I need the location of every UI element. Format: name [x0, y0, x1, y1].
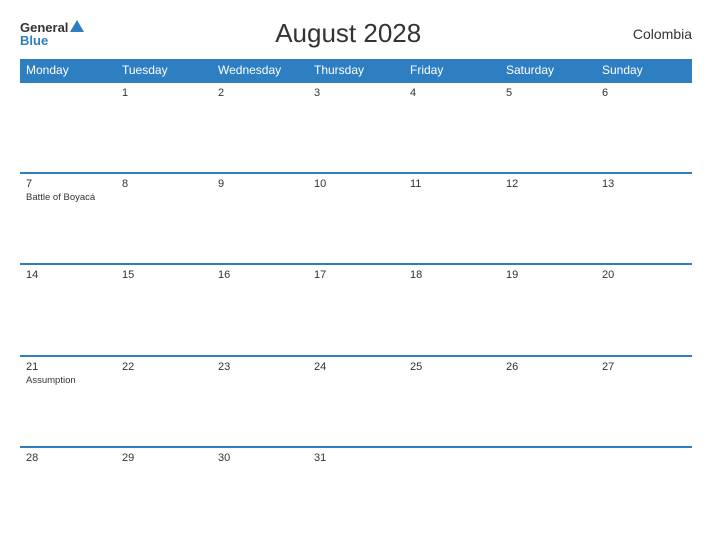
calendar-cell: 14 — [20, 264, 116, 355]
day-number: 15 — [122, 269, 206, 281]
calendar-cell: 31 — [308, 447, 404, 538]
calendar-cell: 15 — [116, 264, 212, 355]
day-number: 19 — [506, 269, 590, 281]
header-tuesday: Tuesday — [116, 59, 212, 82]
calendar-cell: 28 — [20, 447, 116, 538]
header-thursday: Thursday — [308, 59, 404, 82]
day-number: 28 — [26, 452, 110, 464]
header-monday: Monday — [20, 59, 116, 82]
calendar-cell: 29 — [116, 447, 212, 538]
week-row-1: 123456 — [20, 82, 692, 173]
calendar-cell — [404, 447, 500, 538]
calendar-cell: 18 — [404, 264, 500, 355]
day-number: 2 — [218, 87, 302, 99]
day-number: 13 — [602, 178, 686, 190]
day-number: 9 — [218, 178, 302, 190]
day-number: 27 — [602, 361, 686, 373]
calendar-cell — [596, 447, 692, 538]
calendar-event: Assumption — [26, 375, 110, 386]
week-row-2: 7 Battle of Boyacá 89 10 11 12 13 — [20, 173, 692, 264]
calendar-event: Battle of Boyacá — [26, 192, 110, 203]
calendar-cell: 10 — [308, 173, 404, 264]
calendar-cell: 2 — [212, 82, 308, 173]
day-number: 8 — [122, 178, 206, 190]
logo-blue-text: Blue — [20, 34, 84, 47]
calendar-cell: 27 — [596, 356, 692, 447]
calendar-cell: 1 — [116, 82, 212, 173]
logo: General Blue — [20, 20, 84, 47]
day-number: 29 — [122, 452, 206, 464]
header: General Blue August 2028 Colombia — [20, 18, 692, 49]
page: General Blue August 2028 Colombia Monday… — [0, 0, 712, 550]
calendar-cell: 22 — [116, 356, 212, 447]
day-number: 23 — [218, 361, 302, 373]
calendar-cell: 12 — [500, 173, 596, 264]
header-saturday: Saturday — [500, 59, 596, 82]
week-row-5: 28 29 30 31 — [20, 447, 692, 538]
day-number: 18 — [410, 269, 494, 281]
calendar-cell: 7 Battle of Boyacá — [20, 173, 116, 264]
day-number: 26 — [506, 361, 590, 373]
calendar-cell: 11 — [404, 173, 500, 264]
day-number: 14 — [26, 269, 110, 281]
day-number: 21 — [26, 361, 110, 373]
day-number: 24 — [314, 361, 398, 373]
day-number: 16 — [218, 269, 302, 281]
day-number: 11 — [410, 178, 494, 190]
calendar-cell: 30 — [212, 447, 308, 538]
calendar-cell: 8 — [116, 173, 212, 264]
header-wednesday: Wednesday — [212, 59, 308, 82]
day-number: 20 — [602, 269, 686, 281]
day-number: 4 — [410, 87, 494, 99]
day-number: 3 — [314, 87, 398, 99]
day-number: 10 — [314, 178, 398, 190]
logo-general-text: General — [20, 21, 68, 34]
calendar-cell: 17 — [308, 264, 404, 355]
calendar-cell: 16 — [212, 264, 308, 355]
day-number: 5 — [506, 87, 590, 99]
calendar-cell: 6 — [596, 82, 692, 173]
day-number: 7 — [26, 178, 110, 190]
calendar-cell: 4 — [404, 82, 500, 173]
calendar-cell: 19 — [500, 264, 596, 355]
calendar-cell: 25 — [404, 356, 500, 447]
calendar-title: August 2028 — [84, 18, 612, 49]
day-number: 6 — [602, 87, 686, 99]
day-number: 22 — [122, 361, 206, 373]
calendar: Monday Tuesday Wednesday Thursday Friday… — [20, 59, 692, 538]
calendar-cell — [20, 82, 116, 173]
calendar-cell: 26 — [500, 356, 596, 447]
week-row-3: 14 15 16 17 18 19 20 — [20, 264, 692, 355]
day-number: 1 — [122, 87, 206, 99]
day-number: 31 — [314, 452, 398, 464]
calendar-cell: 23 — [212, 356, 308, 447]
calendar-table: Monday Tuesday Wednesday Thursday Friday… — [20, 59, 692, 538]
calendar-cell: 13 — [596, 173, 692, 264]
calendar-cell: 3 — [308, 82, 404, 173]
header-friday: Friday — [404, 59, 500, 82]
logo-triangle-icon — [70, 20, 84, 32]
country-label: Colombia — [612, 26, 692, 42]
calendar-cell — [500, 447, 596, 538]
week-row-4: 21 Assumption 22 23 24 25 26 27 — [20, 356, 692, 447]
calendar-cell: 9 — [212, 173, 308, 264]
calendar-cell: 20 — [596, 264, 692, 355]
calendar-cell: 24 — [308, 356, 404, 447]
calendar-cell: 5 — [500, 82, 596, 173]
day-header-row: Monday Tuesday Wednesday Thursday Friday… — [20, 59, 692, 82]
day-number: 25 — [410, 361, 494, 373]
day-number: 17 — [314, 269, 398, 281]
calendar-cell: 21 Assumption — [20, 356, 116, 447]
day-number: 30 — [218, 452, 302, 464]
day-number: 12 — [506, 178, 590, 190]
header-sunday: Sunday — [596, 59, 692, 82]
